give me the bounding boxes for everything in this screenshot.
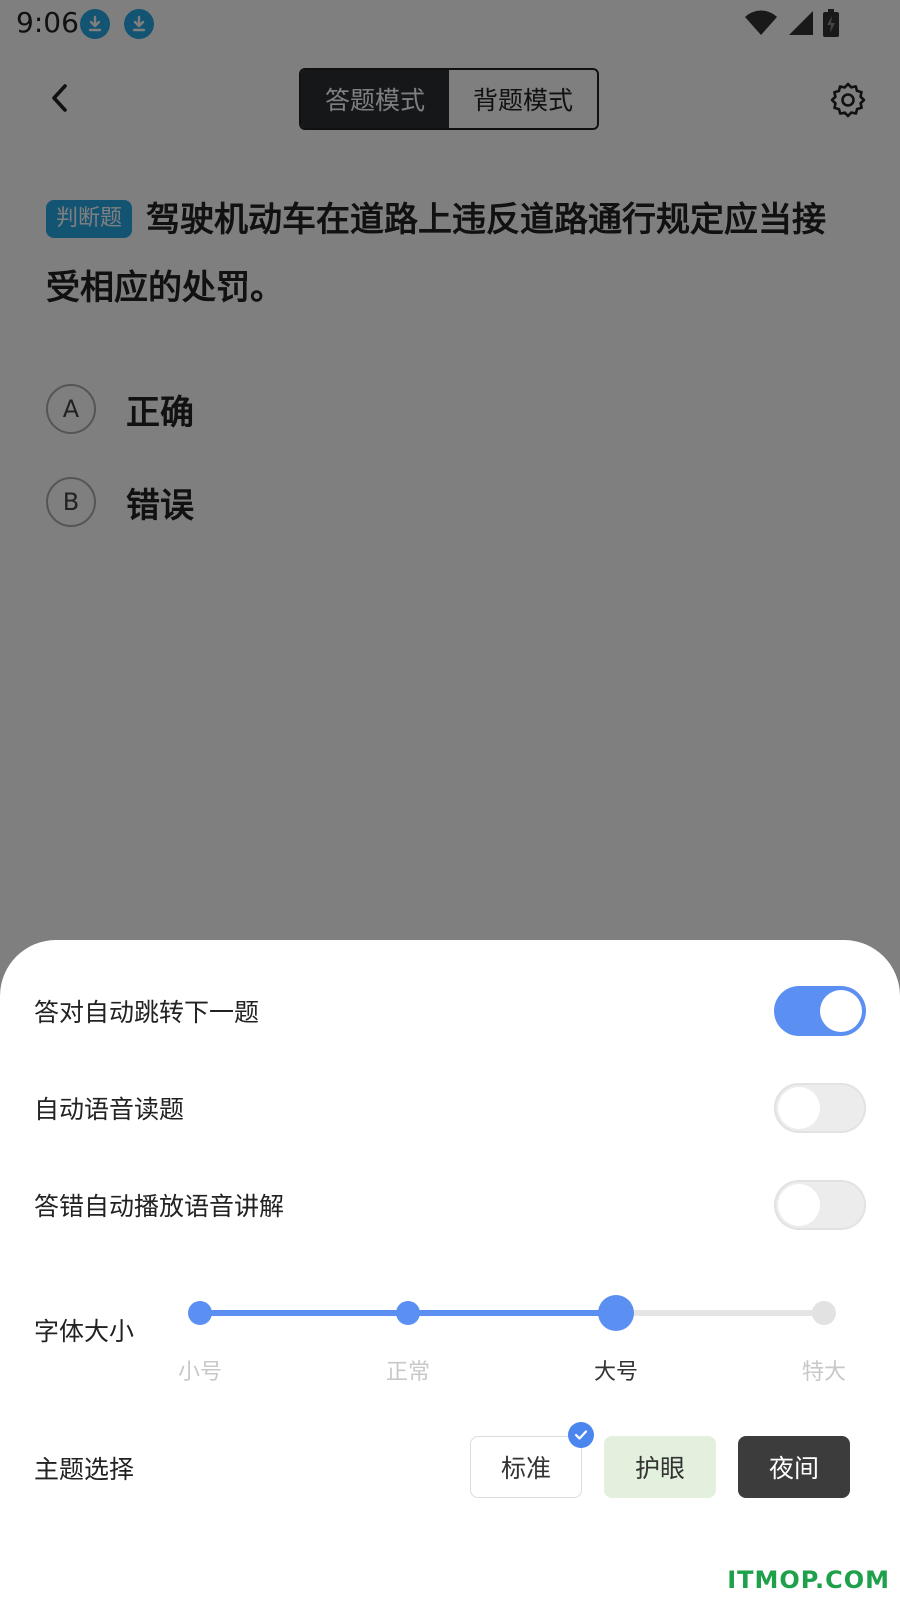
- font-size-option-label[interactable]: 大号: [576, 1354, 656, 1386]
- auto-next-toggle[interactable]: [774, 986, 866, 1036]
- setting-label: 答错自动播放语音讲解: [34, 1192, 285, 1221]
- setting-auto-explain: 答错自动播放语音讲解: [34, 1175, 866, 1235]
- toggle-knob: [778, 1184, 820, 1226]
- theme-standard-button[interactable]: 标准: [470, 1436, 582, 1498]
- font-size-dot-2[interactable]: [598, 1295, 634, 1331]
- setting-auto-next: 答对自动跳转下一题: [34, 981, 866, 1041]
- font-size-option-label[interactable]: 特大: [784, 1354, 864, 1386]
- font-size-option-label[interactable]: 正常: [368, 1354, 448, 1386]
- font-size-dot-3[interactable]: [812, 1301, 836, 1325]
- setting-label: 字体大小: [34, 1317, 135, 1346]
- auto-explain-toggle[interactable]: [774, 1180, 866, 1230]
- font-size-dot-0[interactable]: [188, 1301, 212, 1325]
- setting-label: 主题选择: [34, 1455, 135, 1484]
- check-icon: [568, 1422, 594, 1448]
- font-size-slider[interactable]: [188, 1295, 836, 1331]
- toggle-knob: [778, 1087, 820, 1129]
- watermark: ITMOP.COM: [727, 1566, 890, 1594]
- auto-read-toggle[interactable]: [774, 1083, 866, 1133]
- theme-night-button[interactable]: 夜间: [738, 1436, 850, 1498]
- theme-setting: 主题选择 标准 护眼 夜间: [34, 1422, 866, 1498]
- toggle-knob: [820, 990, 862, 1032]
- font-size-dot-1[interactable]: [396, 1301, 420, 1325]
- theme-eye-care-button[interactable]: 护眼: [604, 1436, 716, 1498]
- setting-label: 自动语音读题: [34, 1095, 185, 1124]
- font-size-option-label[interactable]: 小号: [160, 1354, 240, 1386]
- setting-auto-read: 自动语音读题: [34, 1078, 866, 1138]
- setting-label: 答对自动跳转下一题: [34, 998, 260, 1027]
- font-size-setting: 字体大小 小号 正常 大号 特大: [34, 1280, 866, 1400]
